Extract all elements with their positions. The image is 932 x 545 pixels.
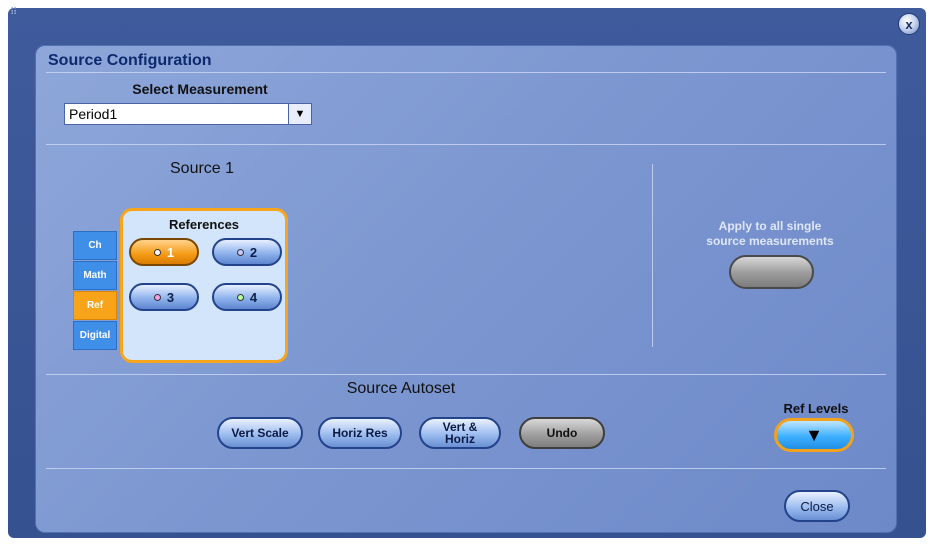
apply-all-label-line2: source measurements: [706, 234, 834, 248]
measurement-dropdown[interactable]: Period1 ▼: [64, 103, 312, 125]
vert-scale-button[interactable]: Vert Scale: [217, 417, 303, 449]
close-button[interactable]: Close: [784, 490, 850, 522]
apply-all-label: Apply to all single source measurements: [670, 219, 870, 249]
panel-title: Source Configuration: [48, 52, 212, 69]
ref-2-button[interactable]: 2: [212, 238, 282, 266]
tab-math[interactable]: Math: [73, 261, 117, 290]
vertical-divider: [652, 164, 653, 347]
section-divider-bottom: [46, 468, 886, 469]
source-configuration-panel: Source Configuration Select Measurement …: [35, 45, 897, 533]
ref-1-dot-icon: [153, 248, 161, 256]
references-title: References: [168, 217, 240, 232]
tab-ref[interactable]: Ref: [73, 291, 117, 320]
undo-button[interactable]: Undo: [519, 417, 605, 449]
ref-1-button[interactable]: 1: [129, 238, 199, 266]
resize-grip-icon[interactable]: ⠿: [10, 8, 22, 20]
source-type-tabs: Ch Math Ref Digital: [73, 231, 117, 351]
chevron-down-icon[interactable]: ▼: [288, 104, 311, 124]
references-box: References 1 2 3 4: [120, 208, 288, 363]
ref-4-button[interactable]: 4: [212, 283, 282, 311]
source-title: Source 1: [170, 160, 235, 177]
apply-all-button[interactable]: [729, 255, 814, 289]
close-icon: x: [905, 16, 913, 32]
ref-2-label: 2: [249, 244, 258, 260]
ref-4-label: 4: [249, 289, 258, 305]
source-autoset-title: Source Autoset: [346, 380, 456, 397]
ref-levels-label: Ref Levels: [783, 401, 849, 416]
tab-digital[interactable]: Digital: [73, 321, 117, 350]
window-close-button[interactable]: x: [898, 13, 920, 35]
ref-3-label: 3: [166, 289, 175, 305]
ref-4-dot-icon: [236, 293, 244, 301]
ref-3-dot-icon: [153, 293, 161, 301]
triangle-down-icon: ▼: [805, 424, 823, 445]
measurement-value: Period1: [69, 106, 118, 122]
tab-ch[interactable]: Ch: [73, 231, 117, 260]
section-divider-middle: [46, 374, 886, 375]
vert-and-horiz-label-line2: Horiz: [445, 432, 475, 446]
apply-all-label-line1: Apply to all single: [718, 219, 822, 233]
ref-2-dot-icon: [236, 248, 244, 256]
section-divider-top: [46, 144, 886, 145]
ref-levels-button[interactable]: ▼: [774, 418, 854, 452]
vert-and-horiz-button[interactable]: Vert & Horiz: [419, 417, 501, 449]
ref-1-label: 1: [166, 244, 175, 260]
horiz-res-button[interactable]: Horiz Res: [318, 417, 402, 449]
title-divider: [46, 72, 886, 73]
select-measurement-label: Select Measurement: [132, 81, 268, 97]
ref-3-button[interactable]: 3: [129, 283, 199, 311]
